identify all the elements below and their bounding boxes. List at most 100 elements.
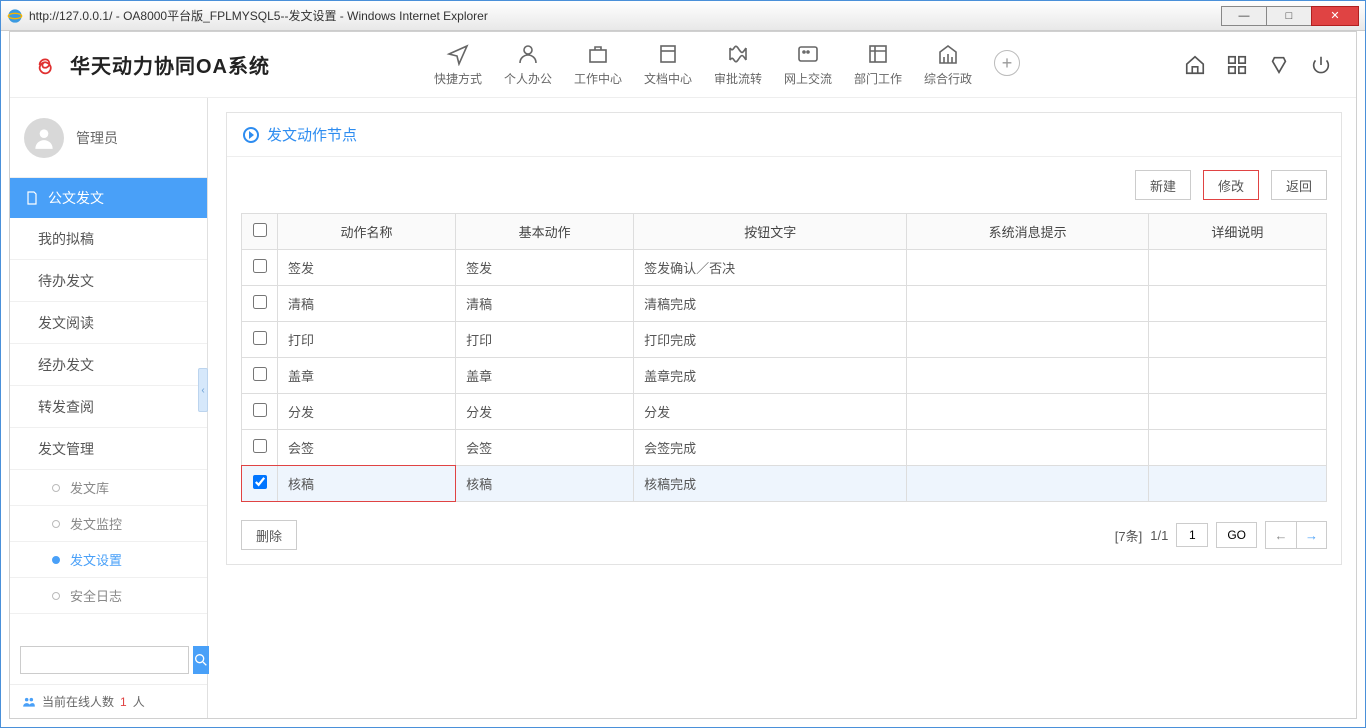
play-icon [243, 127, 259, 143]
sidebar-item[interactable]: 转发查阅 [10, 386, 207, 428]
pager-page: 1/1 [1150, 528, 1168, 543]
sidebar-item[interactable]: 发文阅读 [10, 302, 207, 344]
table-header: 动作名称 [278, 214, 456, 250]
sidebar-search-button[interactable] [193, 646, 209, 674]
cell-name: 核稿 [278, 466, 456, 502]
brand-text: 华天动力协同OA系统 [70, 50, 270, 79]
add-nav-button[interactable]: + [994, 50, 1020, 76]
table-header [242, 214, 278, 250]
sidebar-item[interactable]: 我的拟稿 [10, 218, 207, 260]
topnav-item[interactable]: 综合行政 [924, 42, 972, 87]
pager-next[interactable]: → [1296, 522, 1326, 548]
topnav-item[interactable]: 网上交流 [784, 42, 832, 87]
apps-icon[interactable] [1226, 54, 1248, 76]
table-row[interactable]: 分发分发分发 [242, 394, 1327, 430]
cell-btn: 会签完成 [634, 430, 907, 466]
table-header: 按钮文字 [634, 214, 907, 250]
cell-msg [907, 250, 1149, 286]
users-icon [22, 695, 36, 709]
topnav-item[interactable]: 个人办公 [504, 42, 552, 87]
cell-desc [1148, 430, 1326, 466]
nav-icon [935, 42, 961, 66]
topnav-item[interactable]: 快捷方式 [434, 42, 482, 87]
cell-name: 签发 [278, 250, 456, 286]
home-icon[interactable] [1184, 54, 1206, 76]
theme-icon[interactable] [1268, 54, 1290, 76]
cell-base: 盖章 [456, 358, 634, 394]
table-row[interactable]: 签发签发签发确认／否决 [242, 250, 1327, 286]
brand-logo: 华天动力协同OA系统 [34, 50, 270, 79]
logo-icon [34, 55, 62, 75]
cell-btn: 盖章完成 [634, 358, 907, 394]
edit-button[interactable]: 修改 [1203, 170, 1259, 200]
sidebar-subitem[interactable]: 发文设置 [10, 542, 207, 578]
nav-label: 文档中心 [644, 70, 692, 87]
table-row[interactable]: 会签会签会签完成 [242, 430, 1327, 466]
ie-icon [7, 8, 23, 24]
row-checkbox[interactable] [253, 259, 267, 273]
nav-icon [585, 42, 611, 66]
sidebar-item[interactable]: 待办发文 [10, 260, 207, 302]
cell-name: 打印 [278, 322, 456, 358]
nav-label: 个人办公 [504, 70, 552, 87]
sidebar-subitem[interactable]: 安全日志 [10, 578, 207, 614]
cell-name: 清稿 [278, 286, 456, 322]
select-all-checkbox[interactable] [253, 223, 267, 237]
cell-desc [1148, 250, 1326, 286]
sidebar-subitem[interactable]: 发文监控 [10, 506, 207, 542]
topnav-item[interactable]: 文档中心 [644, 42, 692, 87]
window-maximize[interactable]: □ [1266, 6, 1312, 26]
user-box: 管理员 [10, 98, 207, 178]
pager-go-button[interactable]: GO [1216, 522, 1257, 548]
table-row[interactable]: 核稿核稿核稿完成 [242, 466, 1327, 502]
panel-title: 发文动作节点 [267, 124, 357, 145]
document-icon [24, 190, 40, 206]
cell-base: 核稿 [456, 466, 634, 502]
nav-icon [655, 42, 681, 66]
window-minimize[interactable]: — [1221, 6, 1267, 26]
cell-name: 会签 [278, 430, 456, 466]
pager-prev[interactable]: ← [1266, 522, 1296, 548]
cell-base: 分发 [456, 394, 634, 430]
table-row[interactable]: 打印打印打印完成 [242, 322, 1327, 358]
table-row[interactable]: 清稿清稿清稿完成 [242, 286, 1327, 322]
cell-desc [1148, 394, 1326, 430]
cell-name: 盖章 [278, 358, 456, 394]
nav-icon [865, 42, 891, 66]
table-row[interactable]: 盖章盖章盖章完成 [242, 358, 1327, 394]
nav-label: 工作中心 [574, 70, 622, 87]
sidebar-search-input[interactable] [20, 646, 189, 674]
nav-icon [725, 42, 751, 66]
back-button[interactable]: 返回 [1271, 170, 1327, 200]
sidebar-item[interactable]: 发文管理 [10, 428, 207, 470]
row-checkbox[interactable] [253, 439, 267, 453]
window-close[interactable]: ✕ [1311, 6, 1359, 26]
row-checkbox[interactable] [253, 295, 267, 309]
row-checkbox[interactable] [253, 403, 267, 417]
panel-header: 发文动作节点 [227, 113, 1341, 157]
topnav-item[interactable]: 审批流转 [714, 42, 762, 87]
sidebar-collapse-handle[interactable]: ‹ [198, 368, 208, 412]
sidebar-group[interactable]: 公文发文 [10, 178, 207, 218]
row-checkbox[interactable] [253, 367, 267, 381]
delete-button[interactable]: 删除 [241, 520, 297, 550]
online-status: 当前在线人数 1人 [10, 684, 207, 718]
cell-btn: 分发 [634, 394, 907, 430]
sidebar-item[interactable]: 经办发文 [10, 344, 207, 386]
avatar-icon [24, 118, 64, 158]
power-icon[interactable] [1310, 54, 1332, 76]
row-checkbox[interactable] [253, 331, 267, 345]
cell-desc [1148, 358, 1326, 394]
sidebar-subitem[interactable]: 发文库 [10, 470, 207, 506]
topnav-item[interactable]: 工作中心 [574, 42, 622, 87]
topnav-item[interactable]: 部门工作 [854, 42, 902, 87]
cell-btn: 清稿完成 [634, 286, 907, 322]
new-button[interactable]: 新建 [1135, 170, 1191, 200]
cell-desc [1148, 322, 1326, 358]
nav-label: 综合行政 [924, 70, 972, 87]
pager-input[interactable] [1176, 523, 1208, 547]
row-checkbox[interactable] [253, 475, 267, 489]
pager-total: [7条] [1115, 526, 1142, 545]
action-table: 动作名称基本动作按钮文字系统消息提示详细说明 签发签发签发确认／否决清稿清稿清稿… [241, 213, 1327, 502]
window-title: http://127.0.0.1/ - OA8000平台版_FPLMYSQL5-… [29, 7, 1222, 24]
